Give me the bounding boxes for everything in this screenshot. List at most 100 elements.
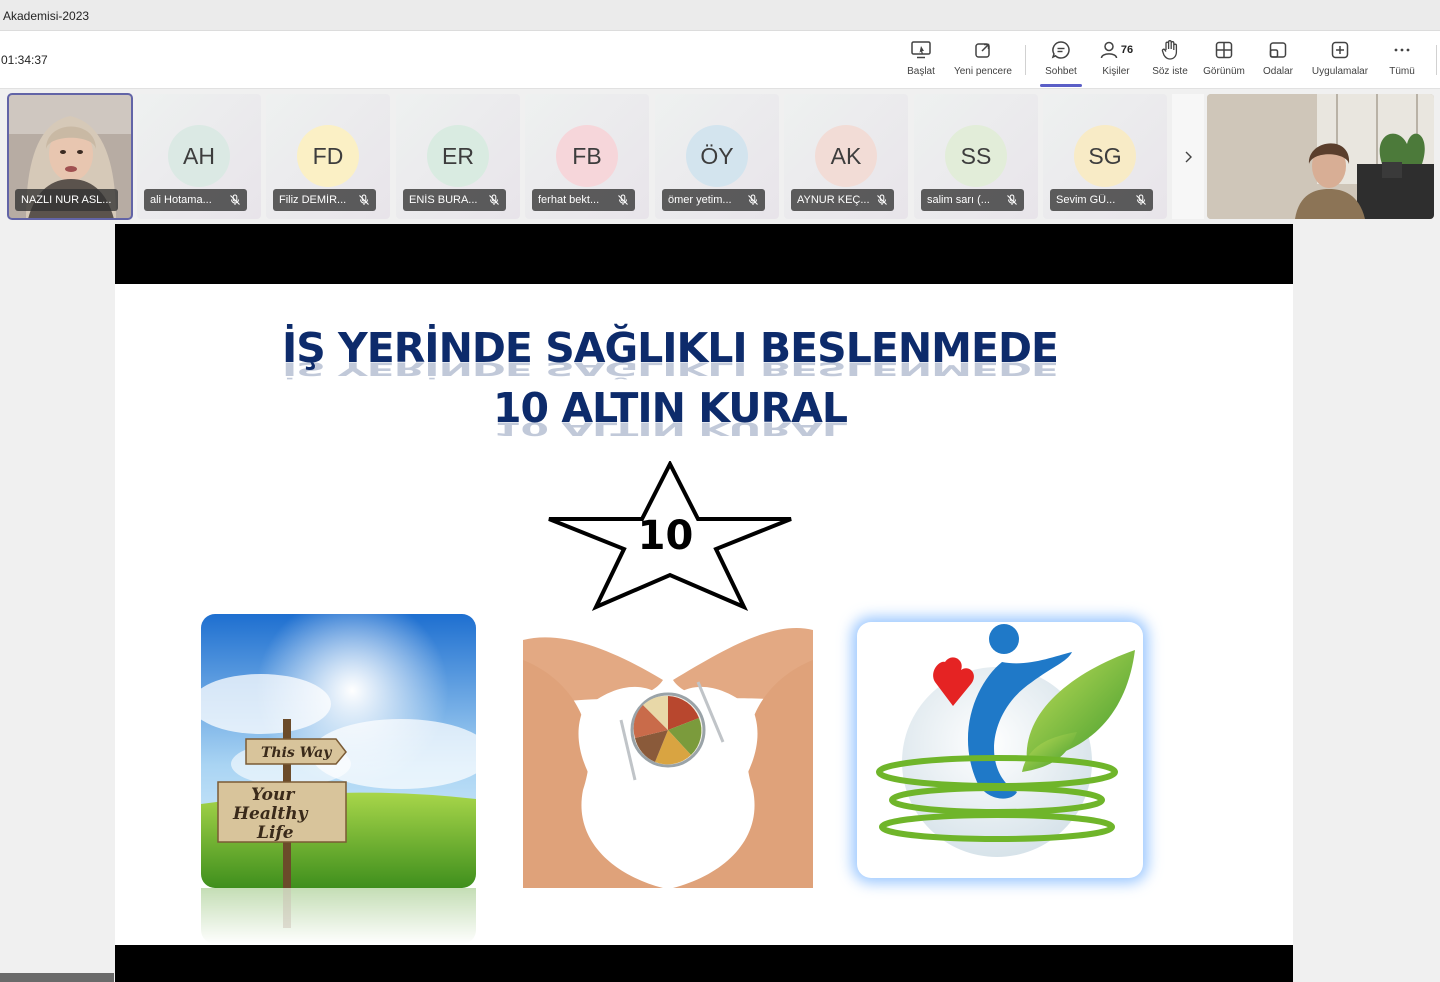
apps-button[interactable]: Uygulamalar — [1309, 37, 1371, 85]
health-logo-image — [857, 622, 1143, 878]
heart-hands-plate-image — [523, 620, 813, 888]
participant-nameplate: salim sarı (... — [921, 189, 1024, 211]
people-icon-group: 76 — [1099, 37, 1133, 63]
meeting-timer: 01:34:37 — [1, 53, 48, 67]
participants-strip: NAZLI NUR ASL... AH ali Hotama... FD Fil… — [0, 89, 1440, 223]
meeting-toolbar: 01:34:37 Başlat Yeni pencere Sohbet 76 K… — [0, 31, 1440, 89]
mic-muted-icon — [486, 194, 502, 206]
strip-next-button[interactable] — [1172, 94, 1204, 219]
participant-avatar: ÖY — [686, 125, 748, 187]
participant-tile-video[interactable]: NAZLI NUR ASL... — [7, 93, 133, 220]
sign-top-text: This Way — [261, 745, 332, 761]
start-button[interactable]: Başlat — [903, 37, 939, 85]
mic-muted-icon — [745, 194, 761, 206]
participant-avatar: FD — [297, 125, 359, 187]
sign-bottom-text-1: Your — [251, 785, 295, 805]
toolbar-divider — [1025, 45, 1026, 75]
popout-icon — [973, 37, 993, 63]
participant-name: NAZLI NUR ASL... — [21, 194, 112, 206]
healthy-life-image-reflection — [201, 888, 476, 944]
participant-video-feed — [1207, 94, 1434, 219]
participant-nameplate: Filiz DEMİR... — [273, 189, 376, 211]
rooms-label: Odalar — [1262, 66, 1293, 77]
participant-avatar: SG — [1074, 125, 1136, 187]
participant-avatar: AH — [168, 125, 230, 187]
mic-muted-icon — [1133, 194, 1149, 206]
mic-muted-icon — [356, 194, 372, 206]
raise-hand-icon — [1160, 37, 1180, 63]
mic-muted-icon — [227, 194, 243, 206]
start-label: Başlat — [907, 66, 935, 77]
breakout-rooms-icon — [1268, 37, 1288, 63]
participant-tile-video-2[interactable] — [1207, 94, 1434, 219]
participant-name: salim sarı (... — [927, 194, 990, 206]
participant-nameplate: NAZLI NUR ASL... — [15, 189, 118, 211]
raise-hand-label: Söz iste — [1152, 66, 1188, 77]
people-button[interactable]: 76 Kişiler — [1096, 37, 1136, 85]
toolbar-divider-right — [1436, 45, 1437, 75]
participant-tile[interactable]: SG Sevim GÜ... — [1043, 94, 1167, 219]
participant-nameplate: ali Hotama... — [144, 189, 247, 211]
add-app-icon — [1330, 37, 1350, 63]
participant-name: AYNUR KEÇ... — [797, 194, 870, 206]
participant-name: Sevim GÜ... — [1056, 194, 1116, 206]
participant-tile[interactable]: SS salim sarı (... — [914, 94, 1038, 219]
window-titlebar: Akademisi-2023 — [0, 0, 1440, 31]
participant-nameplate: ömer yetim... — [662, 189, 765, 211]
hidden-nameplate-edge — [0, 973, 114, 982]
participant-tile[interactable]: FD Filiz DEMİR... — [266, 94, 390, 219]
participant-name: ali Hotama... — [150, 194, 212, 206]
participant-nameplate: ENİS BURA... — [403, 189, 506, 211]
view-button[interactable]: Görünüm — [1200, 37, 1248, 85]
people-label: Kişiler — [1102, 66, 1130, 77]
participant-nameplate: ferhat bekt... — [532, 189, 635, 211]
participant-tile[interactable]: FB ferhat bekt... — [525, 94, 649, 219]
shared-screen: İŞ YERİNDE SAĞLIKLI BESLENMEDE İŞ YERİND… — [115, 224, 1293, 982]
participant-name: Filiz DEMİR... — [279, 194, 347, 206]
participant-avatar: FB — [556, 125, 618, 187]
window-title: Akademisi-2023 — [3, 9, 90, 23]
participant-avatar: SS — [945, 125, 1007, 187]
mic-muted-icon — [874, 194, 890, 206]
people-icon — [1100, 41, 1118, 59]
star-badge: 10 — [548, 459, 793, 611]
sign-bottom-text-2: Healthy — [232, 804, 309, 824]
healthy-life-sign-image: This Way Your Healthy Life — [201, 614, 476, 888]
more-label: Tümü — [1389, 66, 1415, 77]
mic-muted-icon — [615, 194, 631, 206]
mic-muted-icon — [1004, 194, 1020, 206]
letterbox-top — [115, 224, 1293, 284]
participant-tile[interactable]: AH ali Hotama... — [137, 94, 261, 219]
active-tab-indicator — [1040, 84, 1082, 87]
participant-name: ferhat bekt... — [538, 194, 600, 206]
grid-view-icon — [1214, 37, 1234, 63]
letterbox-bottom — [115, 945, 1293, 982]
raise-hand-button[interactable]: Söz iste — [1150, 37, 1190, 85]
participant-tile[interactable]: ER ENİS BURA... — [396, 94, 520, 219]
chat-icon — [1050, 37, 1072, 63]
participant-nameplate: AYNUR KEÇ... — [791, 189, 894, 211]
slide-title-line2-reflection: 10 ALTIN KURAL — [493, 418, 847, 440]
share-screen-icon — [910, 37, 932, 63]
chevron-right-icon — [1185, 151, 1192, 162]
sign-bottom-text-3: Life — [256, 823, 294, 843]
participant-tile[interactable]: AK AYNUR KEÇ... — [784, 94, 908, 219]
more-icon — [1392, 37, 1412, 63]
apps-label: Uygulamalar — [1311, 66, 1369, 77]
more-button[interactable]: Tümü — [1386, 37, 1418, 85]
participant-avatar: AK — [815, 125, 877, 187]
participant-nameplate: Sevim GÜ... — [1050, 189, 1153, 211]
participant-avatar: ER — [427, 125, 489, 187]
people-count: 76 — [1120, 44, 1134, 56]
chat-button[interactable]: Sohbet — [1040, 37, 1082, 87]
participant-name: ENİS BURA... — [409, 194, 478, 206]
slide-title-line1-reflection: İŞ YERİNDE SAĞLIKLI BESLENMEDE — [281, 358, 1058, 380]
participant-name: ömer yetim... — [668, 194, 732, 206]
view-label: Görünüm — [1203, 66, 1245, 77]
new-window-button[interactable]: Yeni pencere — [952, 37, 1014, 85]
participant-tile[interactable]: ÖY ömer yetim... — [655, 94, 779, 219]
chat-label: Sohbet — [1045, 66, 1077, 77]
star-number: 10 — [637, 513, 694, 559]
new-window-label: Yeni pencere — [953, 66, 1012, 77]
rooms-button[interactable]: Odalar — [1260, 37, 1296, 85]
